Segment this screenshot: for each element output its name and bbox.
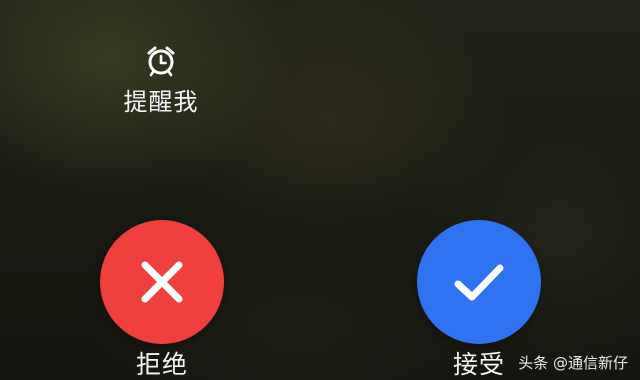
alarm-clock-icon	[147, 46, 175, 77]
watermark: 头条 @通信新仔	[518, 354, 628, 372]
check-icon	[454, 264, 504, 301]
close-icon	[141, 261, 183, 303]
accept-button[interactable]	[417, 220, 541, 344]
decline-button[interactable]	[100, 220, 224, 344]
accept-label: 接受	[452, 350, 505, 379]
decline-label: 拒绝	[135, 350, 188, 379]
remind-me-button[interactable]: 提醒我	[120, 44, 202, 116]
remind-me-label: 提醒我	[123, 88, 199, 116]
decline-action: 拒绝	[100, 220, 224, 380]
